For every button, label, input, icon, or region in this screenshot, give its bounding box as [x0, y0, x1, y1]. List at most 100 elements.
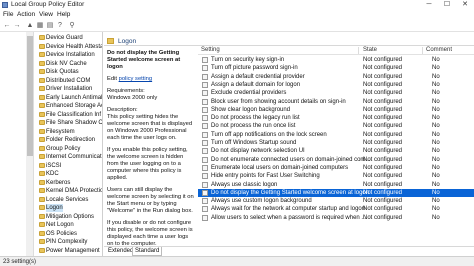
column-comment[interactable]: Comment: [426, 46, 452, 55]
tree-item[interactable]: Group Policy: [0, 145, 102, 153]
tree-item[interactable]: Disk NV Cache: [0, 60, 102, 68]
tree-item[interactable]: Filesystem: [0, 128, 102, 136]
table-row[interactable]: Always wait for the network at computer …: [198, 205, 474, 213]
column-state[interactable]: State: [363, 46, 377, 55]
column-divider[interactable]: [422, 47, 423, 54]
tree-item[interactable]: Internet Communicati: [0, 153, 102, 161]
folder-icon: [39, 94, 45, 100]
tree-item[interactable]: Net Logon: [0, 221, 102, 229]
table-row[interactable]: Show clear logon background Not configure…: [198, 106, 474, 114]
setting-state: Not configured: [363, 106, 403, 113]
show-hide-icon[interactable]: ▦: [36, 22, 44, 30]
setting-comment: No: [432, 148, 440, 155]
table-row[interactable]: Exclude credential providers Not configur…: [198, 89, 474, 97]
minimize-button[interactable]: ─: [420, 0, 438, 10]
tree-item[interactable]: KDC: [0, 170, 102, 178]
tree-item-label: Power Management: [46, 247, 100, 254]
filter-icon[interactable]: ⚲: [68, 22, 76, 30]
folder-icon: [39, 230, 45, 236]
tree-item[interactable]: OS Policies: [0, 230, 102, 238]
folder-icon: [39, 213, 45, 219]
setting-state: Not configured: [363, 189, 403, 196]
policy-setting-icon: [202, 65, 208, 72]
tree-item[interactable]: Early Launch Antimal: [0, 94, 102, 102]
tab-extended[interactable]: Extended: [106, 247, 135, 256]
setting-state: Not configured: [363, 73, 403, 80]
tab-standard[interactable]: Standard: [132, 247, 163, 256]
setting-state: Not configured: [363, 98, 403, 105]
table-row[interactable]: Turn on security key sign-in Not configur…: [198, 56, 474, 64]
column-divider[interactable]: [358, 47, 359, 54]
table-row[interactable]: Do not display network selection UI Not c…: [198, 147, 474, 155]
menu-help[interactable]: Help: [57, 11, 70, 19]
tree-item[interactable]: Logon: [0, 204, 102, 212]
table-row[interactable]: Turn off app notifications on the lock s…: [198, 131, 474, 139]
tree-item[interactable]: Locale Services: [0, 196, 102, 204]
setting-state: Not configured: [363, 123, 403, 130]
setting-name: Hide entry points for Fast User Switchin…: [211, 173, 320, 180]
table-row[interactable]: Enumerate local users on domain-joined c…: [198, 164, 474, 172]
menu-view[interactable]: View: [39, 11, 53, 19]
table-row[interactable]: Allow users to select when a password is…: [198, 214, 474, 222]
menu-file[interactable]: File: [3, 11, 13, 19]
settings-list[interactable]: Setting State Comment Turn on security k…: [198, 46, 474, 246]
export-icon[interactable]: ▤: [46, 22, 54, 30]
tree-item[interactable]: iSCSI: [0, 162, 102, 170]
folder-icon: [39, 162, 45, 168]
table-row[interactable]: Turn off Windows Startup sound Not config…: [198, 139, 474, 147]
tree-item[interactable]: Device Health Attesta: [0, 43, 102, 51]
menu-action[interactable]: Action: [17, 11, 35, 19]
setting-state: Not configured: [363, 164, 403, 171]
help-icon[interactable]: ?: [56, 22, 64, 30]
status-text: 23 setting(s): [3, 259, 37, 265]
tree-item[interactable]: PIN Complexity: [0, 238, 102, 246]
tree-item[interactable]: Device Installation: [0, 51, 102, 59]
maximize-button[interactable]: ☐: [438, 0, 456, 10]
folder-icon: [39, 43, 45, 49]
setting-comment: No: [432, 198, 440, 205]
table-row[interactable]: Do not process the legacy run list Not co…: [198, 114, 474, 122]
tree-item[interactable]: Enhanced Storage Ac: [0, 102, 102, 110]
table-row[interactable]: Assign a default domain for logon Not con…: [198, 81, 474, 89]
setting-state: Not configured: [363, 198, 403, 205]
tree-item[interactable]: Mitigation Options: [0, 213, 102, 221]
policy-setting-icon: [202, 173, 208, 180]
tree-item[interactable]: Driver Installation: [0, 85, 102, 93]
setting-comment: No: [432, 164, 440, 171]
table-row[interactable]: Always use classic logon Not configured No: [198, 181, 474, 189]
tree-item[interactable]: Device Guard: [0, 34, 102, 42]
setting-name: Show clear logon background: [211, 106, 291, 113]
tree-item[interactable]: File Classification Inf: [0, 111, 102, 119]
close-button[interactable]: ✕: [456, 0, 474, 10]
edit-policy-link[interactable]: policy setting: [119, 76, 153, 82]
policy-setting-icon: [202, 198, 208, 205]
table-row[interactable]: Always use custom logon background Not co…: [198, 197, 474, 205]
setting-comment: No: [432, 73, 440, 80]
policy-setting-icon: [202, 148, 208, 155]
column-setting[interactable]: Setting: [201, 46, 220, 55]
tree-item[interactable]: Kernel DMA Protectio: [0, 187, 102, 195]
tree-item[interactable]: Folder Redirection: [0, 136, 102, 144]
tree-pane[interactable]: Device Guard Device Health Attesta Device …: [0, 32, 103, 256]
table-row[interactable]: Block user from showing account details …: [198, 98, 474, 106]
table-row[interactable]: Do not display the Getting Started welco…: [198, 188, 474, 197]
tree-item[interactable]: Kerberos: [0, 179, 102, 187]
tree-item[interactable]: Disk Quotas: [0, 68, 102, 76]
table-row[interactable]: Hide entry points for Fast User Switchin…: [198, 172, 474, 180]
setting-state: Not configured: [363, 65, 403, 72]
setting-state: Not configured: [363, 173, 403, 180]
table-row[interactable]: Turn off picture password sign-in Not con…: [198, 64, 474, 72]
table-row[interactable]: Do not enumerate connected users on doma…: [198, 156, 474, 164]
table-row[interactable]: Do not process the run once list Not conf…: [198, 122, 474, 130]
policy-setting-icon: [202, 140, 208, 146]
tree-item-label: iSCSI: [46, 162, 62, 169]
tree-item[interactable]: Power Management: [0, 247, 102, 255]
forward-icon[interactable]: →: [13, 22, 21, 30]
tree-item-label: Locale Services: [46, 196, 89, 203]
up-icon[interactable]: ▲: [26, 22, 34, 30]
tree-item[interactable]: File Share Shadow C: [0, 119, 102, 127]
back-icon[interactable]: ←: [3, 22, 11, 30]
tree-item[interactable]: Distributed COM: [0, 77, 102, 85]
setting-state: Not configured: [363, 90, 403, 97]
table-row[interactable]: Assign a default credential provider Not …: [198, 73, 474, 81]
